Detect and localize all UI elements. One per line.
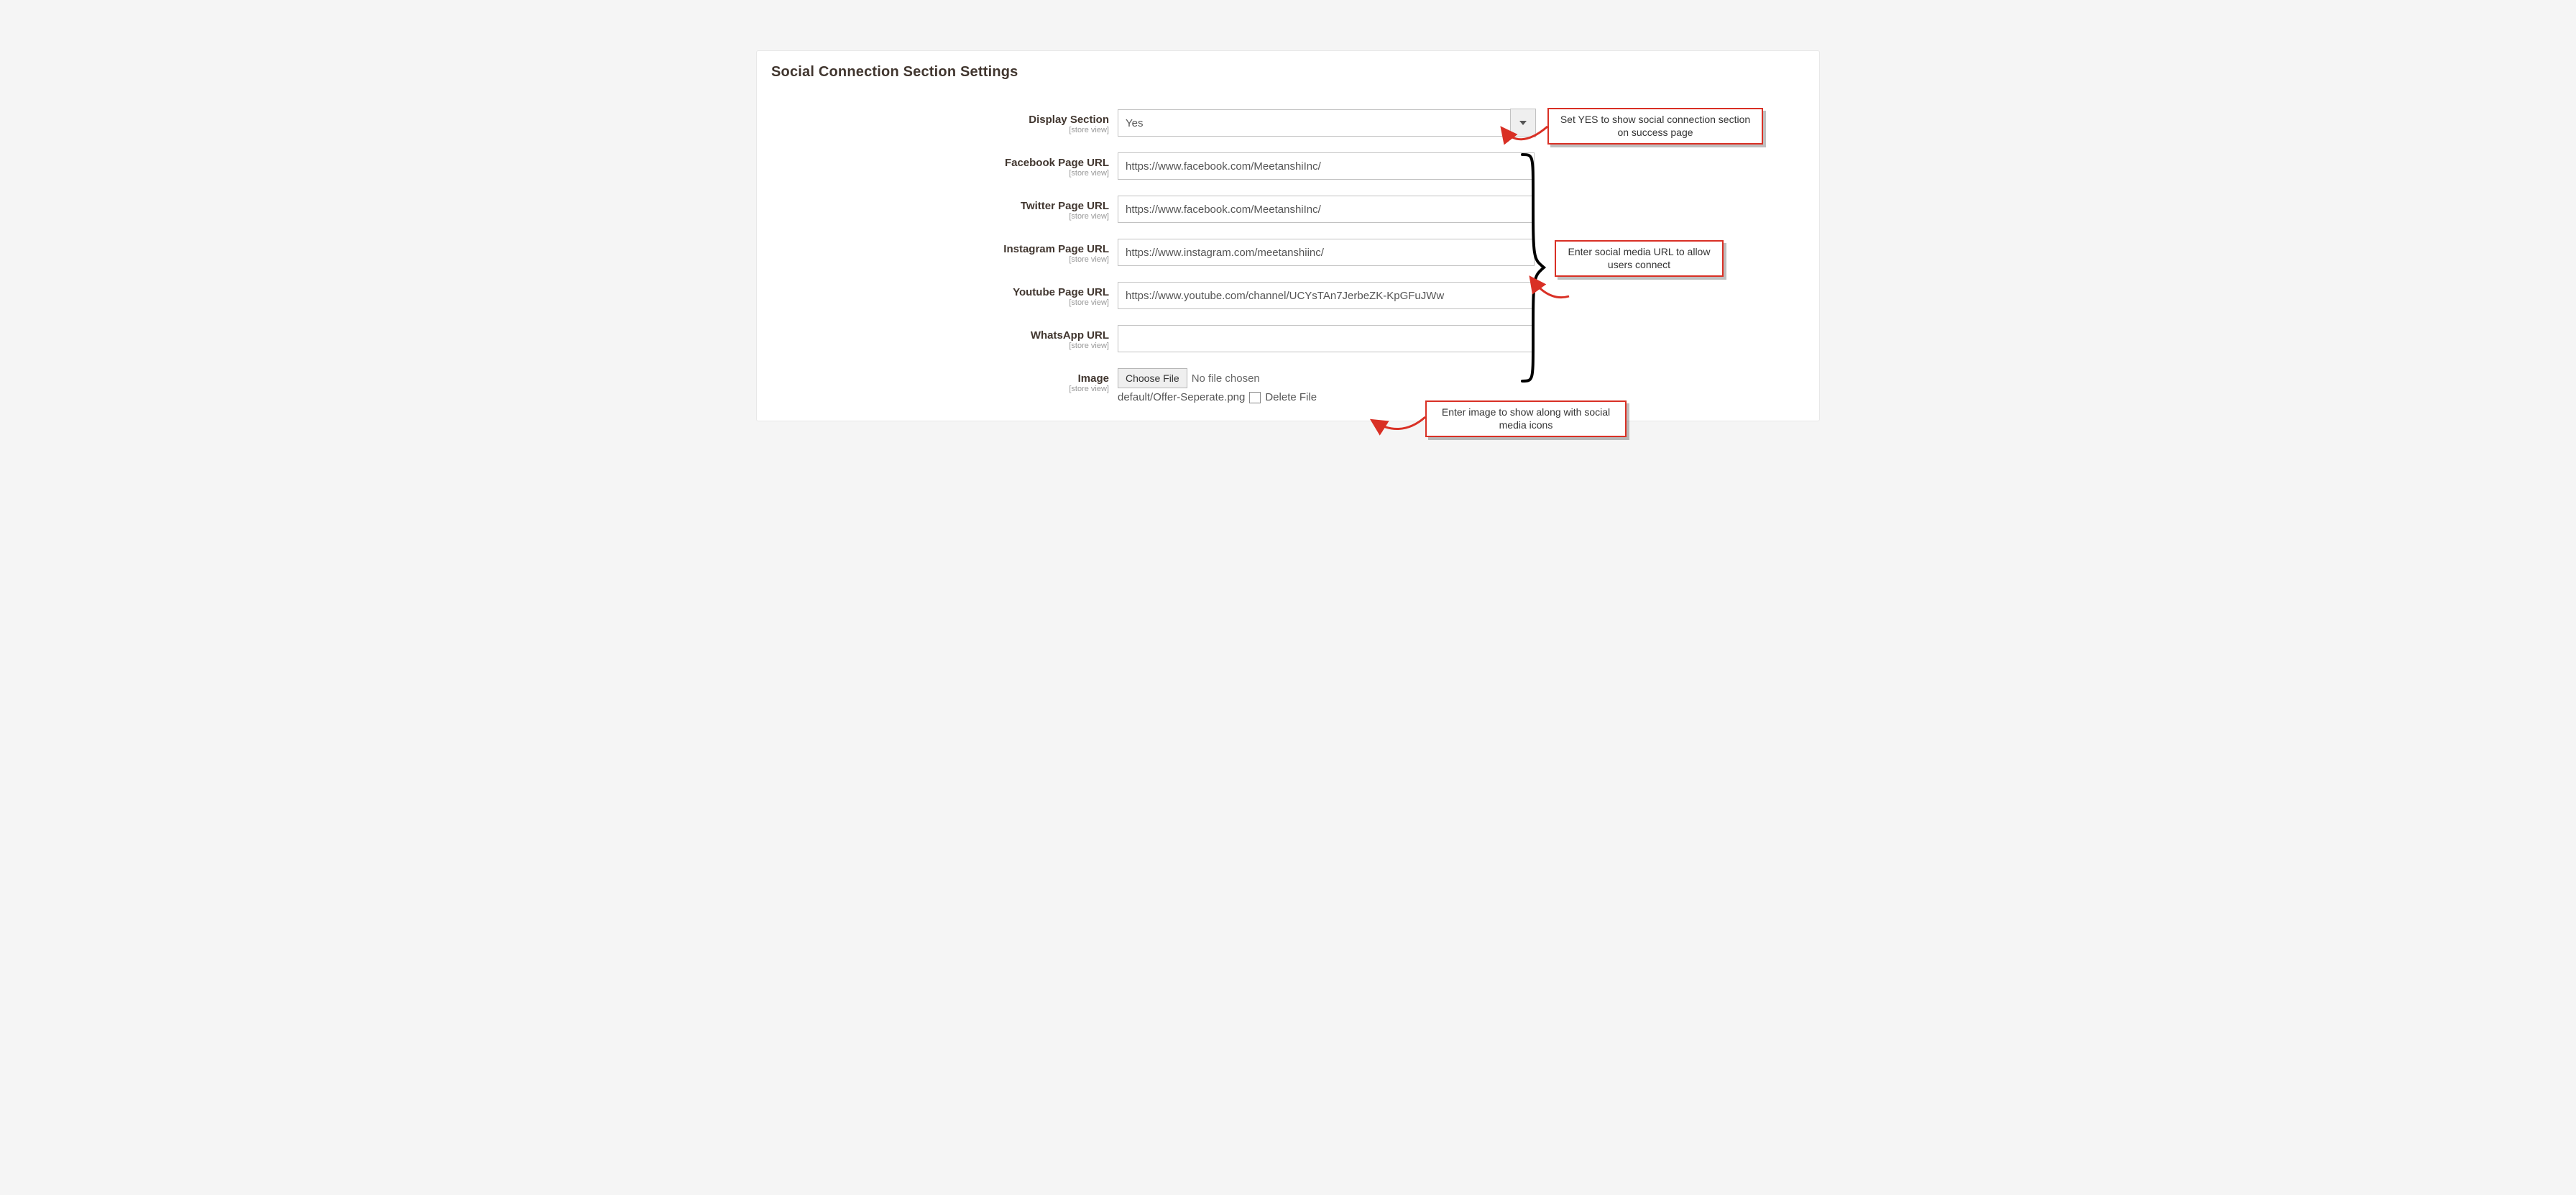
scope-display-section: [store view] (771, 126, 1109, 134)
label-display-section: Display Section (771, 114, 1109, 126)
facebook-url-input[interactable] (1118, 152, 1535, 180)
label-instagram-url: Instagram Page URL (771, 243, 1109, 255)
label-facebook-url: Facebook Page URL (771, 157, 1109, 169)
label-youtube-url: Youtube Page URL (771, 286, 1109, 298)
callout-image: Enter image to show along with social me… (1425, 400, 1627, 437)
file-chosen-status: No file chosen (1192, 372, 1260, 385)
field-whatsapp-url: WhatsApp URL [store view] (771, 325, 1805, 352)
current-file-name: default/Offer-Seperate.png (1118, 391, 1245, 403)
scope-youtube-url: [store view] (771, 298, 1109, 307)
scope-facebook-url: [store view] (771, 169, 1109, 178)
field-twitter-url: Twitter Page URL [store view] (771, 196, 1805, 223)
settings-panel: Social Connection Section Settings Displ… (756, 50, 1820, 421)
youtube-url-input[interactable] (1118, 282, 1535, 309)
arrow-icon (1368, 411, 1432, 436)
twitter-url-input[interactable] (1118, 196, 1535, 223)
chevron-down-icon[interactable] (1510, 109, 1536, 137)
whatsapp-url-input[interactable] (1118, 325, 1535, 352)
callout-urls: Enter social media URL to allow users co… (1555, 240, 1724, 277)
callout-display: Set YES to show social connection sectio… (1547, 108, 1763, 145)
panel-title: Social Connection Section Settings (771, 64, 1805, 81)
delete-file-checkbox[interactable] (1249, 392, 1261, 403)
scope-whatsapp-url: [store view] (771, 342, 1109, 350)
choose-file-button[interactable]: Choose File (1118, 368, 1187, 388)
label-whatsapp-url: WhatsApp URL (771, 329, 1109, 342)
scope-twitter-url: [store view] (771, 212, 1109, 221)
field-image: Image [store view] Choose File No file c… (771, 368, 1805, 403)
field-facebook-url: Facebook Page URL [store view] (771, 152, 1805, 180)
instagram-url-input[interactable] (1118, 239, 1535, 266)
display-section-select[interactable]: Yes (1118, 109, 1535, 137)
label-image: Image (771, 372, 1109, 385)
label-twitter-url: Twitter Page URL (771, 200, 1109, 212)
field-youtube-url: Youtube Page URL [store view] (771, 282, 1805, 309)
display-section-value: Yes (1126, 117, 1143, 129)
scope-instagram-url: [store view] (771, 255, 1109, 264)
scope-image: [store view] (771, 385, 1109, 393)
delete-file-label: Delete File (1265, 391, 1317, 403)
